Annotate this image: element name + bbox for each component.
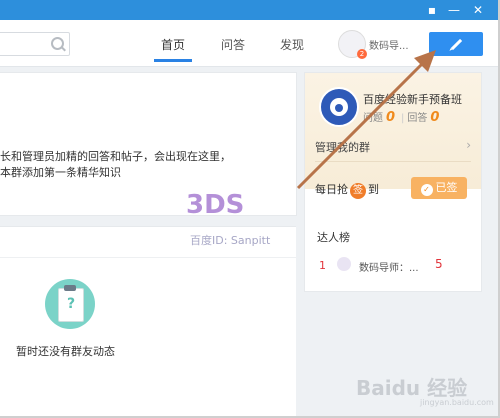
baidu-watermark-url: jingyan.baidu.com [420, 398, 494, 407]
annotation-arrow [296, 50, 436, 190]
app-window: ▪ — ✕ 首页 问答 发现 2 数码导... 长和管理员加精的回答和帖子，会出… [0, 0, 500, 418]
baidu-watermark: Baidu 经验 [356, 376, 468, 400]
